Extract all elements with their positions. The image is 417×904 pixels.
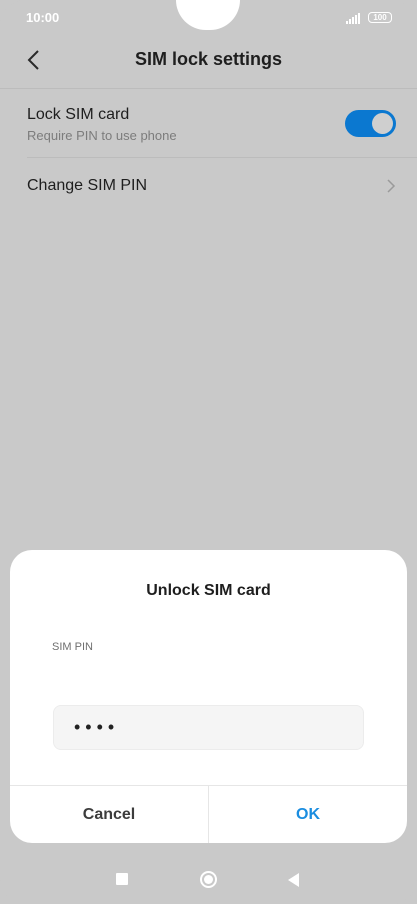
signal-icon [346,12,362,24]
home-icon[interactable] [200,871,217,888]
phone-screen: 10:00 100 SIM lock settings Lock SIM car… [0,0,417,904]
sim-pin-label: SIM PIN [52,641,93,653]
app-header: SIM lock settings [0,36,417,88]
lock-sim-row[interactable]: Lock SIM card Require PIN to use phone [0,88,417,157]
recents-icon[interactable] [116,873,128,885]
sim-pin-input[interactable]: •••• [53,705,364,750]
navigation-bar [0,852,417,904]
chevron-right-icon [387,179,396,193]
page-title: SIM lock settings [134,49,283,69]
battery-icon: 100 [368,12,392,23]
camera-notch [176,0,240,30]
unlock-sim-dialog: Unlock SIM card SIM PIN •••• Cancel OK [10,550,407,843]
back-triangle-icon[interactable] [288,873,299,887]
cancel-button[interactable]: Cancel [10,786,208,843]
lock-sim-subtitle: Require PIN to use phone [27,128,177,143]
status-time: 10:00 [26,10,60,25]
change-pin-title: Change SIM PIN [27,177,148,194]
status-bar: 10:00 100 [0,0,417,36]
lock-sim-title: Lock SIM card [27,106,130,123]
toggle-knob [372,113,393,134]
dialog-title: Unlock SIM card [146,582,271,599]
lock-sim-toggle[interactable] [345,110,396,137]
change-sim-pin-row[interactable]: Change SIM PIN [0,158,417,214]
ok-button[interactable]: OK [209,786,407,843]
